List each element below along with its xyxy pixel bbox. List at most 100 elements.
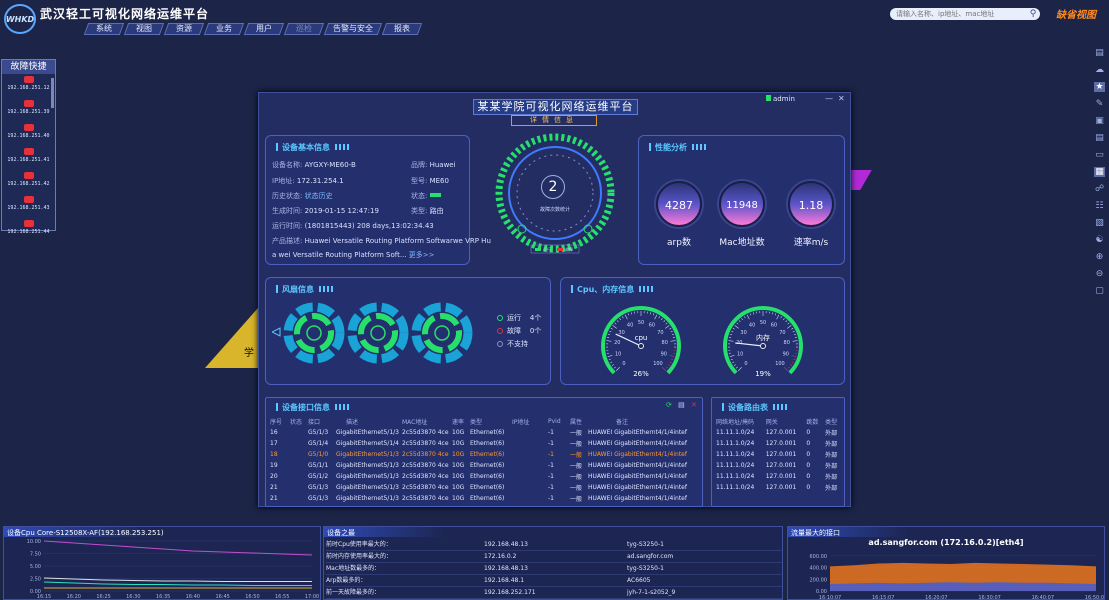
close-icon[interactable]: ✕ <box>838 94 845 103</box>
table-row[interactable]: 18 G5/1/0 GigabitEthernet5/1/3 2c55d3870 4c… <box>268 449 700 460</box>
device-alarm-icon <box>23 100 34 107</box>
nav-system[interactable]: 系统 <box>83 23 125 35</box>
quick-device-item[interactable]: 192.168.251.41 <box>2 148 55 170</box>
column-header[interactable]: 跳数 <box>804 416 823 427</box>
nav-inspection[interactable]: 巡检 <box>283 23 325 35</box>
cpu-gauge-tick <box>665 325 670 329</box>
edit-icon[interactable]: ✎ <box>1094 99 1105 109</box>
quick-device-item[interactable]: 192.168.251.43 <box>2 196 55 218</box>
cpu-gauge-tick <box>613 366 616 369</box>
table-row[interactable]: 17 G5/1/4 GigabitEthernet5/1/4 2c55d3870 4c… <box>268 438 700 449</box>
table-cell: 127.0.001 <box>765 462 797 469</box>
table-row[interactable]: 21 G5/1/3 GigabitEthernet5/1/3 2c55d3870 4c… <box>268 493 700 504</box>
search-icon[interactable]: ⚲ <box>1027 8 1039 20</box>
series-line <box>43 581 312 586</box>
memory-gauge-tick <box>733 364 736 366</box>
column-header[interactable]: 接口 <box>306 416 334 427</box>
link-icon[interactable]: ☍ <box>1094 184 1105 194</box>
table-cell: -1 <box>548 451 554 458</box>
nav-business[interactable]: 业务 <box>203 23 245 35</box>
table-row[interactable]: 19 G5/1/1 GigabitEthernet5/1/3 2c55d3870 4c… <box>268 460 700 471</box>
nav-view[interactable]: 视图 <box>123 23 165 35</box>
column-header[interactable]: 备注 <box>586 416 700 427</box>
export-icon[interactable]: ▤ <box>678 401 685 409</box>
table-row[interactable]: 11.11.1.0/24 127.0.001 0 外部 <box>714 449 842 460</box>
column-header[interactable]: MAC地址 <box>400 416 450 427</box>
table-cell: 外部 <box>825 463 838 470</box>
column-header[interactable]: 类型 <box>823 416 842 427</box>
cpu-gauge-tick-label: 60 <box>649 323 655 329</box>
table-cell: Ethernet(6) <box>470 440 505 447</box>
quick-device-item[interactable]: 192.168.251.44 <box>2 220 55 242</box>
column-header[interactable]: 网络地址/掩码 <box>714 416 764 427</box>
list-item[interactable]: 前一天故障最多的： 192.168.252.171 jyh-7-1-s2052_9 <box>326 587 782 599</box>
memory-gauge-tick <box>774 313 777 316</box>
default-view-label[interactable]: 缺省视图 <box>1056 6 1096 21</box>
table-row[interactable]: 11.11.1.0/24 127.0.001 0 外部 <box>714 482 842 493</box>
table-row[interactable]: 11.11.1.0/24 127.0.001 0 外部 <box>714 471 842 482</box>
monitor-icon[interactable]: ▭ <box>1094 150 1105 160</box>
cpu-gauge-tick <box>612 325 617 329</box>
table-row[interactable]: 20 G5/1/2 GigabitEthernet5/1/3 2c55d3870 4c… <box>268 471 700 482</box>
table-cell: 2c55d3870 4ce <box>402 462 449 469</box>
quick-device-item[interactable]: 192.168.251.12 <box>2 76 55 98</box>
layout-icon[interactable]: ▧ <box>1094 218 1105 228</box>
table-row[interactable]: 16 G5/1/3 GigabitEthernet5/1/3 2c55d3870 4c… <box>268 427 700 438</box>
quick-device-item[interactable]: 192.168.251.42 <box>2 172 55 194</box>
memory-gauge-tick-label: 50 <box>760 320 766 326</box>
search-input[interactable] <box>890 8 1040 20</box>
star-icon[interactable]: ★ <box>1094 82 1105 92</box>
y-tick-label: 2.50 <box>30 577 41 583</box>
fan-prev-icon[interactable] <box>272 327 281 337</box>
folder-icon[interactable]: ▤ <box>1094 48 1105 58</box>
list-item[interactable]: Mac地址数最多的： 192.168.48.13 tyg-S3250-1 <box>326 563 782 575</box>
list-item[interactable]: 前时内存使用率最大的： 172.16.0.2 ad.sangfor.com <box>326 551 782 563</box>
table-row[interactable]: 11.11.1.0/24 127.0.001 0 外部 <box>714 438 842 449</box>
list-item[interactable]: Arp数最多的： 192.168.48.1 AC6605 <box>326 575 782 587</box>
grid-icon[interactable]: ▦ <box>1094 167 1105 177</box>
delete-icon[interactable]: ✕ <box>691 401 697 409</box>
more-link[interactable]: 更多>> <box>409 251 435 259</box>
table-row[interactable]: 21 G5/1/3 GigabitEthernet5/1/3 2c55d3870 4c… <box>268 482 700 493</box>
column-header[interactable]: Pvid <box>546 416 568 427</box>
zoom-out-icon[interactable]: ⊖ <box>1094 269 1105 279</box>
column-header[interactable]: 速率 <box>450 416 468 427</box>
refresh-icon[interactable]: ⟳ <box>666 401 672 409</box>
nav-user[interactable]: 用户 <box>243 23 285 35</box>
x-tick-label: 16:55 <box>275 594 289 600</box>
tree-icon[interactable]: ☯ <box>1094 235 1105 245</box>
legend-fault-label: 故障 <box>565 246 573 252</box>
column-header[interactable]: 网关 <box>764 416 805 427</box>
quick-device-item[interactable]: 192.168.251.40 <box>2 124 55 146</box>
cpu-gauge-tick <box>621 316 624 319</box>
column-header[interactable]: 属性 <box>568 416 586 427</box>
column-header[interactable]: 状态 <box>288 416 306 427</box>
fullscreen-icon[interactable]: ▢ <box>1094 286 1105 296</box>
cloud-icon[interactable]: ☁ <box>1094 65 1105 75</box>
quick-device-item[interactable]: 192.168.251.39 <box>2 100 55 122</box>
table-cell <box>510 471 546 482</box>
minimize-icon[interactable]: — <box>825 94 833 103</box>
history-link[interactable]: 状态历史 <box>305 192 333 200</box>
column-header[interactable]: IP地址 <box>510 416 546 427</box>
network-icon[interactable]: ☷ <box>1094 201 1105 211</box>
column-header[interactable]: 描述 <box>334 416 400 427</box>
memory-gauge-tick-label: 100 <box>775 361 785 367</box>
cpu-gauge-tick <box>610 327 613 330</box>
column-header[interactable]: 序号 <box>268 416 288 427</box>
table-row[interactable]: 11.11.1.0/24 127.0.001 0 外部 <box>714 427 842 438</box>
nav-alarm-security[interactable]: 告警与安全 <box>323 23 383 35</box>
list-item[interactable]: 前时Cpu使用率最大的： 192.168.48.13 tyg-S3250-1 <box>326 539 782 551</box>
document-icon[interactable]: ▤ <box>1094 133 1105 143</box>
table-cell: 外部 <box>825 452 838 459</box>
image-icon[interactable]: ▣ <box>1094 116 1105 126</box>
table-row[interactable]: 11.11.1.0/24 127.0.001 0 外部 <box>714 460 842 471</box>
x-tick-label: 16:50 <box>245 594 259 600</box>
nav-resource[interactable]: 资源 <box>163 23 205 35</box>
nav-report[interactable]: 报表 <box>381 23 423 35</box>
table-cell: HUAWEI GigabitEthernt4/1/4intef <box>588 473 687 480</box>
cpu-gauge-tick <box>607 354 613 358</box>
series-line <box>43 540 313 556</box>
column-header[interactable]: 类型 <box>468 416 510 427</box>
zoom-in-icon[interactable]: ⊕ <box>1094 252 1105 262</box>
